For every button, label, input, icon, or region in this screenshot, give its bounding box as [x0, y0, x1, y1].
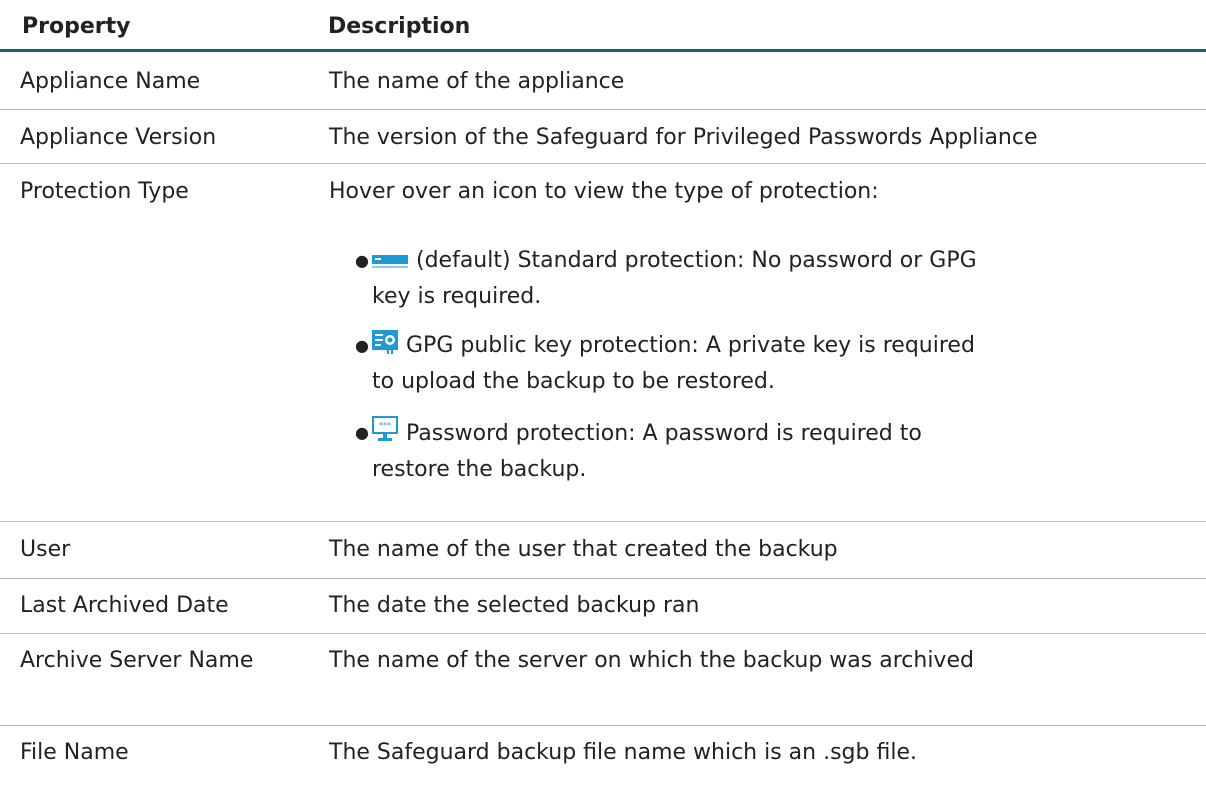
standard-protection-icon[interactable]	[372, 246, 408, 280]
protection-text: Password protection: A password is requi…	[372, 421, 922, 482]
table-row: Protection Type Hover over an icon to vi…	[0, 164, 1206, 522]
bullet-icon: ●	[355, 336, 369, 355]
table-header: Property Description	[0, 0, 1206, 52]
description-cell: The name of the appliance	[329, 69, 625, 94]
table-row: Last Archived Date The date the selected…	[0, 579, 1206, 634]
properties-table: Property Description Appliance Name The …	[0, 0, 1206, 786]
property-cell: Last Archived Date	[20, 593, 229, 618]
property-cell: User	[20, 537, 71, 562]
bullet-icon: ●	[355, 251, 369, 270]
table-row: User The name of the user that created t…	[0, 522, 1206, 579]
protection-text: GPG public key protection: A private key…	[372, 333, 975, 394]
table-row: File Name The Safeguard backup file name…	[0, 726, 1206, 786]
description-cell: The Safeguard backup file name which is …	[329, 740, 917, 765]
protection-item-gpg: ● GPG public key protection: A private k…	[355, 329, 992, 399]
password-protection-icon[interactable]: ***	[372, 416, 398, 453]
property-cell: Appliance Version	[20, 125, 217, 150]
header-property: Property	[22, 14, 131, 39]
property-cell: File Name	[20, 740, 129, 765]
description-cell: The date the selected backup ran	[329, 593, 700, 618]
svg-text:***: ***	[379, 421, 391, 430]
property-cell: Appliance Name	[20, 69, 201, 94]
table-row: Archive Server Name The name of the serv…	[0, 634, 1206, 726]
property-cell: Protection Type	[20, 179, 189, 204]
description-cell: Hover over an icon to view the type of p…	[329, 179, 879, 204]
protection-item-standard: ● (default) Standard protection: No pass…	[355, 244, 992, 314]
description-cell: The name of the user that created the ba…	[329, 537, 838, 562]
header-description: Description	[328, 14, 471, 39]
protection-item-password: ● *** Password protection: A password is…	[355, 416, 992, 487]
gpg-key-protection-icon[interactable]	[372, 330, 398, 365]
table-row: Appliance Name The name of the appliance	[0, 52, 1206, 110]
table-row: Appliance Version The version of the Saf…	[0, 110, 1206, 164]
protection-text: (default) Standard protection: No passwo…	[372, 248, 977, 309]
description-cell: The name of the server on which the back…	[329, 648, 974, 673]
description-cell: The version of the Safeguard for Privile…	[329, 125, 1038, 150]
property-cell: Archive Server Name	[20, 648, 254, 673]
bullet-icon: ●	[355, 423, 369, 442]
